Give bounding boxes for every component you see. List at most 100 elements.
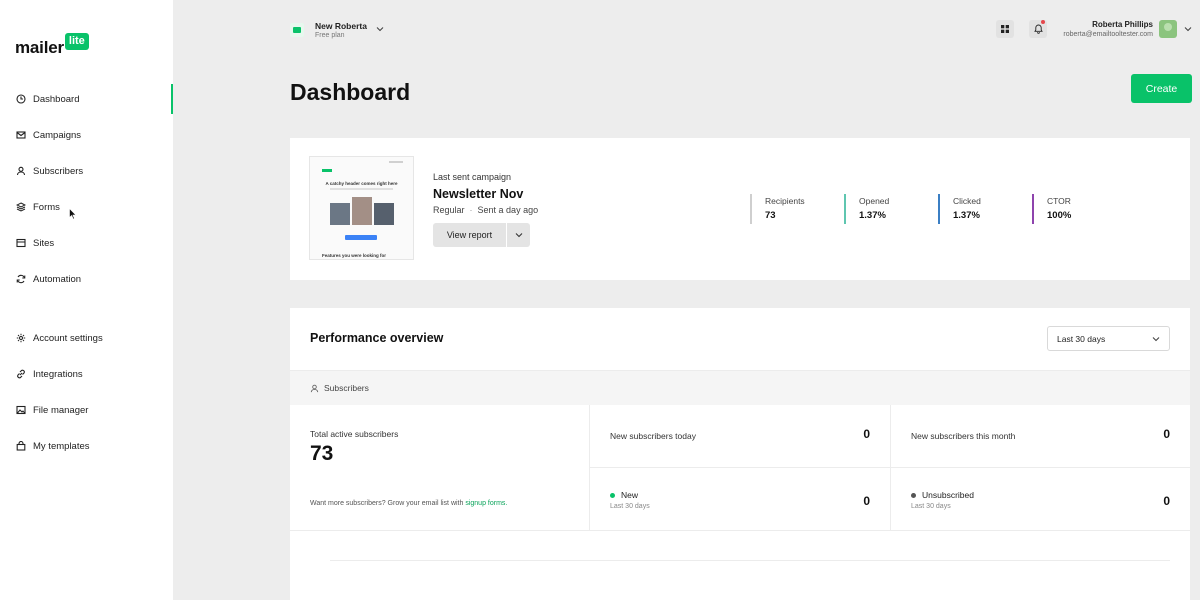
thumbnail-photos <box>330 197 394 227</box>
avatar[interactable] <box>1159 20 1177 38</box>
stat-value: 1.37% <box>859 210 886 221</box>
report-dropdown-button[interactable] <box>507 232 530 238</box>
unsubscribed-dot <box>911 492 916 498</box>
divider <box>330 560 1170 561</box>
sidebar-item-my-templates[interactable]: My templates <box>0 428 173 464</box>
performance-title: Performance overview <box>310 331 444 345</box>
thumbnail-header: A catchy header comes right here <box>325 181 398 186</box>
grid-icon <box>1001 25 1010 33</box>
sidebar-item-label: Subscribers <box>33 165 84 177</box>
notifications-button[interactable] <box>1029 20 1048 38</box>
chevron-down-icon[interactable] <box>1184 26 1192 32</box>
campaign-name[interactable]: Newsletter Nov <box>433 187 523 201</box>
sidebar-item-label: Forms <box>33 201 60 213</box>
stat-value: 100% <box>1047 210 1072 221</box>
sidebar-item-forms[interactable]: Forms <box>0 189 173 225</box>
performance-overview-card: Performance overview Last 30 days Subscr… <box>290 308 1190 600</box>
stat-ctor: CTOR 100% <box>1032 194 1126 224</box>
new-month-label: New subscribers this month <box>911 431 1016 441</box>
stat-clicked: Clicked 1.37% <box>938 194 1032 224</box>
stat-recipients: Recipients 73 <box>750 194 844 224</box>
sidebar-item-integrations[interactable]: Integrations <box>0 356 173 392</box>
campaign-thumbnail[interactable]: A catchy header comes right here Feature… <box>309 156 414 260</box>
workspace-name: New Roberta <box>315 21 367 31</box>
sidebar-item-dashboard[interactable]: Dashboard <box>0 81 173 117</box>
unsubscribed-label: Unsubscribed <box>922 490 974 500</box>
campaign-type: Regular <box>433 205 465 215</box>
sidebar-item-campaigns[interactable]: Campaigns <box>0 117 173 153</box>
promo-copy: Want more subscribers? Grow your email l… <box>310 500 466 507</box>
bag-icon <box>15 440 27 452</box>
section-label: Subscribers <box>324 383 369 393</box>
total-subscribers-panel: Total active subscribers 73 Want more su… <box>290 405 590 531</box>
unsubscribed-period: Last 30 days <box>911 503 951 510</box>
logo-badge: lite <box>64 33 89 50</box>
new-period: Last 30 days <box>610 503 650 510</box>
campaign-meta: Regular · Sent a day ago <box>433 205 539 215</box>
stat-label: Opened <box>859 196 890 206</box>
total-subscribers-label: Total active subscribers <box>310 429 399 439</box>
sidebar-item-subscribers[interactable]: Subscribers <box>0 153 173 189</box>
new-legend: New <box>610 490 638 500</box>
unsubscribed-legend: Unsubscribed <box>911 490 974 500</box>
new-value: 0 <box>863 494 870 508</box>
sidebar-item-label: Campaigns <box>33 129 82 141</box>
date-range-value: Last 30 days <box>1057 333 1106 344</box>
chevron-down-icon <box>1152 336 1160 341</box>
view-report-button[interactable]: View report <box>433 230 506 240</box>
new-month-value: 0 <box>1163 427 1170 441</box>
total-subscribers-value: 73 <box>310 442 334 465</box>
sidebar-item-file-manager[interactable]: File manager <box>0 392 173 428</box>
mouse-cursor-icon <box>69 208 77 220</box>
logo-text: mailer <box>15 38 64 57</box>
user-name: Roberta Phillips <box>1092 20 1153 29</box>
sidebar-item-sites[interactable]: Sites <box>0 225 173 261</box>
view-report-button-group: View report <box>433 223 530 247</box>
unsubscribed-cell: Unsubscribed Last 30 days 0 <box>891 468 1190 531</box>
last-campaign-card: A catchy header comes right here Feature… <box>290 138 1190 280</box>
stat-label: Recipients <box>765 196 805 206</box>
link-icon <box>15 368 27 380</box>
sidebar-item-automation[interactable]: Automation <box>0 261 173 297</box>
top-right-toolbar: Roberta Phillips roberta@emailtooltester… <box>996 20 1192 38</box>
refresh-icon <box>15 273 27 285</box>
mailerlite-logo[interactable]: mailer lite <box>15 33 89 58</box>
stat-label: Clicked <box>953 196 981 206</box>
user-icon <box>15 165 27 177</box>
signup-forms-link[interactable]: signup forms. <box>465 500 507 507</box>
user-menu[interactable]: Roberta Phillips roberta@emailtooltester… <box>1063 20 1153 38</box>
new-month-cell: New subscribers this month 0 <box>891 405 1190 468</box>
stat-value: 1.37% <box>953 210 980 221</box>
subscribers-stats-grid: Total active subscribers 73 Want more su… <box>290 405 1190 531</box>
mail-icon <box>15 129 27 141</box>
bell-icon <box>1034 24 1043 34</box>
sidebar-item-label: Integrations <box>33 368 83 380</box>
sidebar-item-label: My templates <box>33 440 90 452</box>
user-icon <box>310 384 319 393</box>
notification-dot <box>1041 20 1046 24</box>
sidebar-item-label: File manager <box>33 404 89 416</box>
new-label: New <box>621 490 639 500</box>
date-range-select[interactable]: Last 30 days <box>1047 326 1170 351</box>
gear-icon <box>15 332 27 344</box>
create-button[interactable]: Create <box>1131 74 1192 103</box>
page-title: Dashboard <box>290 79 411 105</box>
apps-button[interactable] <box>996 20 1015 38</box>
promo-text: Want more subscribers? Grow your email l… <box>310 500 507 507</box>
sidebar-item-label: Automation <box>33 273 82 285</box>
subscribers-section-header: Subscribers <box>290 370 1190 405</box>
stat-value: 73 <box>765 210 776 221</box>
chevron-down-icon <box>515 233 522 238</box>
unsubscribed-value: 0 <box>1163 494 1170 508</box>
campaign-stats: Recipients 73 Opened 1.37% Clicked 1.37%… <box>750 194 1126 224</box>
browser-icon <box>15 237 27 249</box>
sidebar-item-account-settings[interactable]: Account settings <box>0 320 173 356</box>
workspace-plan: Free plan <box>315 32 345 39</box>
workspace-switcher[interactable]: New Roberta Free plan <box>290 21 384 39</box>
chevron-down-icon <box>376 27 384 32</box>
user-email: roberta@emailtooltester.com <box>1063 31 1153 38</box>
workspace-icon <box>290 23 304 37</box>
campaign-sent: Sent a day ago <box>477 205 539 215</box>
new-dot <box>610 492 615 498</box>
new-today-label: New subscribers today <box>610 431 696 441</box>
